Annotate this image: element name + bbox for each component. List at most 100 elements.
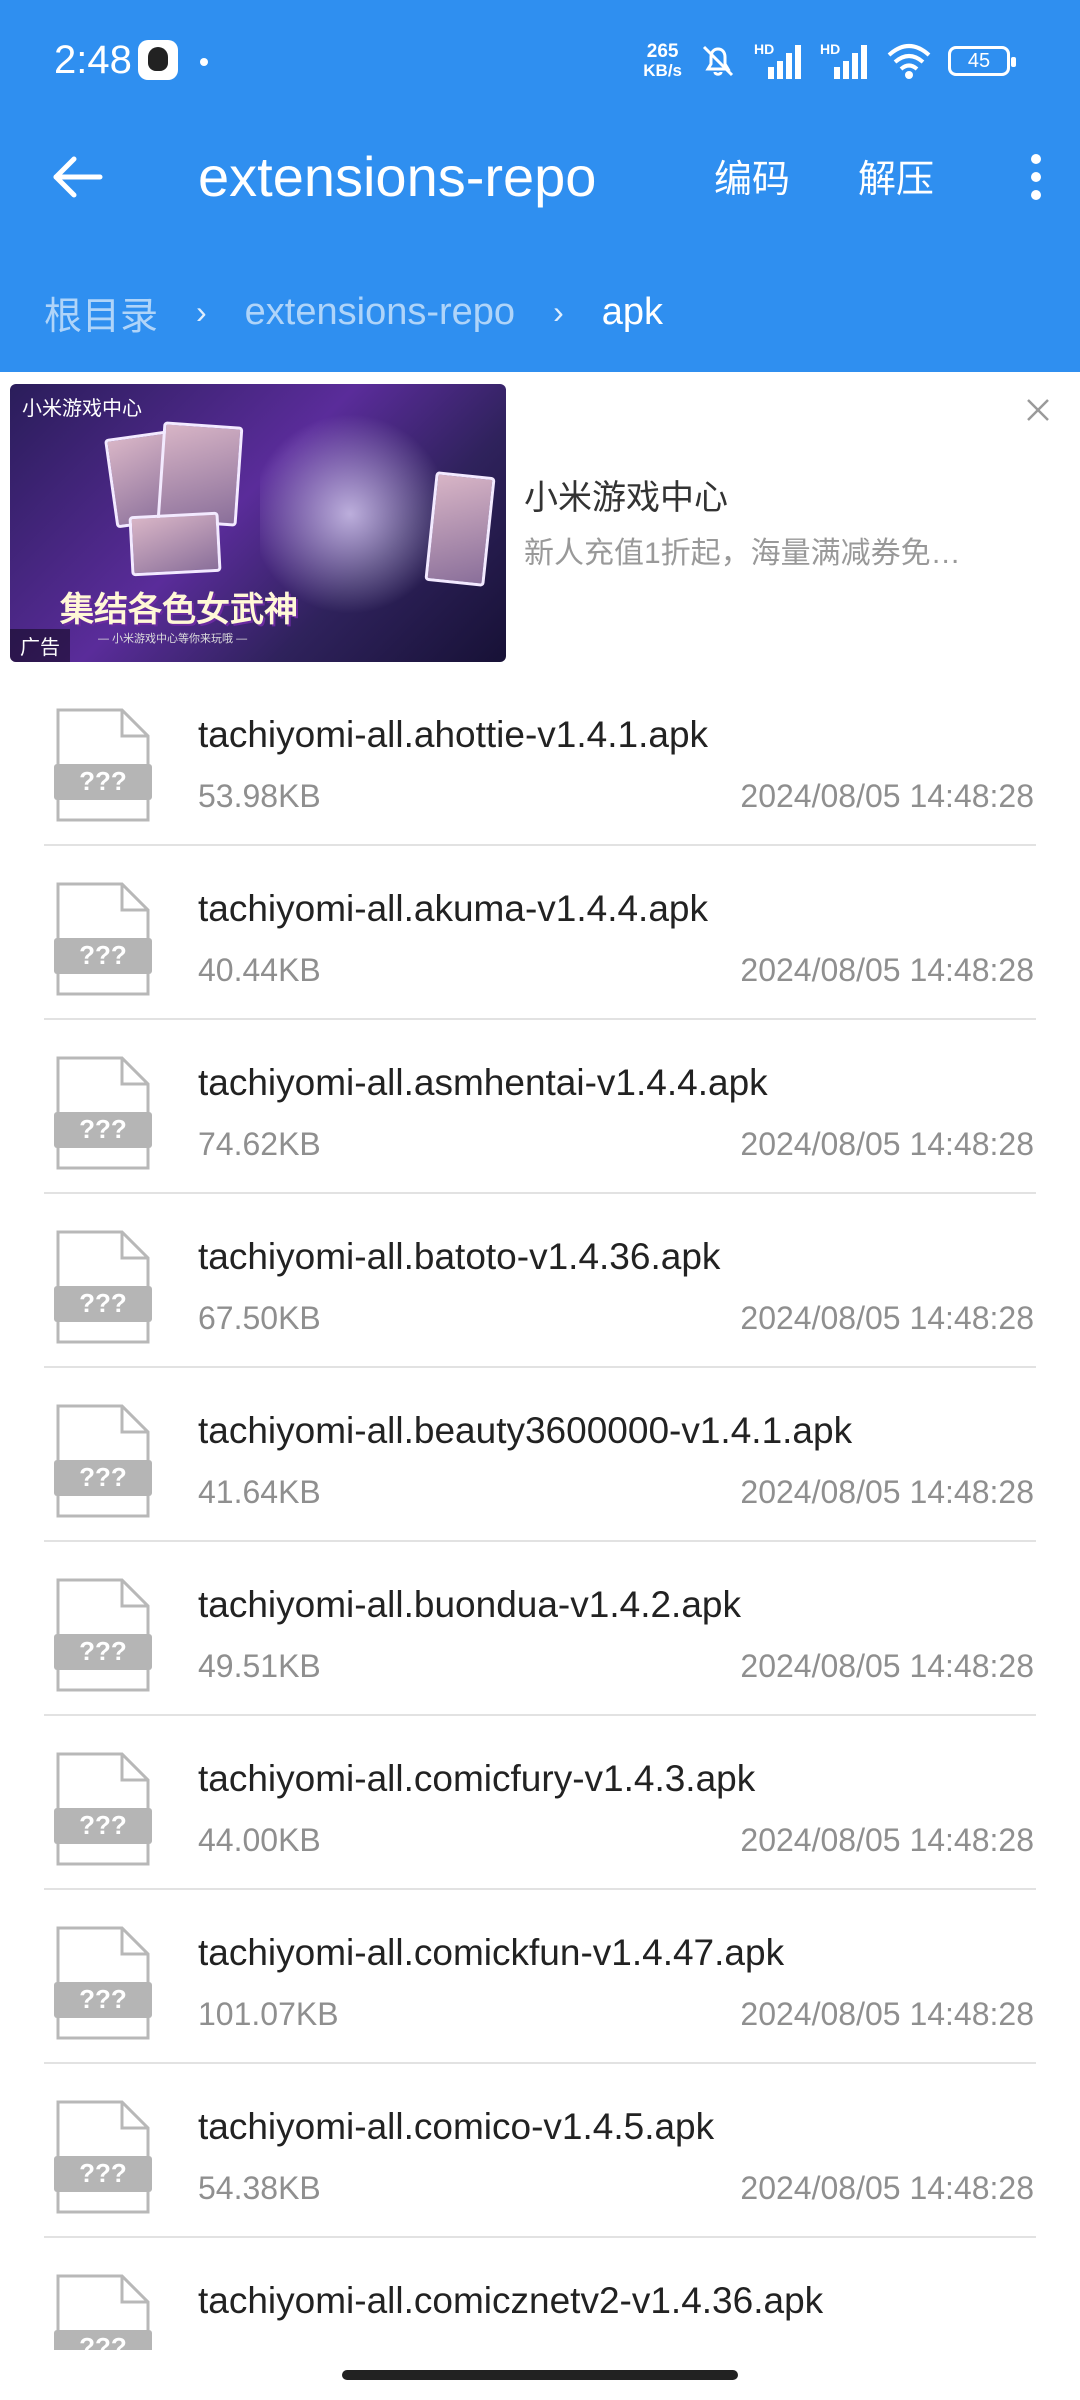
qq-notification-icon xyxy=(138,40,178,80)
file-name: tachiyomi-all.comico-v1.4.5.apk xyxy=(198,2106,715,2147)
file-name: tachiyomi-all.beauty3600000-v1.4.1.apk xyxy=(198,1410,853,1451)
unknown-file-icon: ??? xyxy=(54,708,152,822)
file-date: 2024/08/05 14:48:28 xyxy=(740,1300,1034,1336)
network-speed-value: 265 xyxy=(646,41,679,62)
file-icon-label: ??? xyxy=(79,1288,127,1318)
app-bar: 2:48 265 KB/s HD HD 45 extensions-repo 编… xyxy=(0,0,1080,372)
chevron-right-icon: › xyxy=(196,293,207,330)
file-icon-label: ??? xyxy=(79,1462,127,1492)
network-speed: 265 KB/s xyxy=(643,42,682,80)
ad-title: 小米游戏中心 xyxy=(524,479,728,517)
unknown-file-icon: ??? xyxy=(54,1056,152,1170)
file-list-item[interactable]: ??? tachiyomi-all.comico-v1.4.5.apk 54.3… xyxy=(0,2064,1080,2238)
file-size: 53.98KB xyxy=(198,778,321,814)
file-list-item[interactable]: ??? tachiyomi-all.comicfury-v1.4.3.apk 4… xyxy=(0,1716,1080,1890)
ad-banner-section[interactable]: 小米游戏中心 集结各色女武神 — 小米游戏中心等你来玩哦 — 广告 小米游戏中心… xyxy=(0,372,1080,672)
file-date: 2024/08/05 14:48:28 xyxy=(740,1996,1034,2032)
file-list-item[interactable]: ??? tachiyomi-all.comickfun-v1.4.47.apk … xyxy=(0,1890,1080,2064)
file-size: 67.50KB xyxy=(198,1300,321,1336)
file-name: tachiyomi-all.buondua-v1.4.2.apk xyxy=(198,1584,741,1625)
file-date: 2024/08/05 14:48:28 xyxy=(740,2170,1034,2206)
file-date: 2024/08/05 14:48:28 xyxy=(740,952,1034,988)
status-time: 2:48 xyxy=(54,38,132,82)
network-speed-unit: KB/s xyxy=(643,61,682,80)
file-date: 2024/08/05 14:48:28 xyxy=(740,778,1034,814)
ad-subslogan: — 小米游戏中心等你来玩哦 — xyxy=(98,633,248,645)
cellular-signal-2-icon: HD xyxy=(820,41,870,81)
page-title: extensions-repo xyxy=(198,145,597,208)
file-icon-label: ??? xyxy=(79,940,127,970)
close-icon xyxy=(1027,399,1049,421)
file-date: 2024/08/05 14:48:28 xyxy=(740,1474,1034,1510)
status-icons: 265 KB/s HD HD 45 xyxy=(643,40,1016,82)
file-date: 2024/08/05 14:48:28 xyxy=(740,1822,1034,1858)
back-button[interactable] xyxy=(40,144,116,210)
unknown-file-icon: ??? xyxy=(54,1926,152,2040)
file-size: 49.51KB xyxy=(198,1648,321,1684)
encoding-button[interactable]: 编码 xyxy=(714,148,790,203)
ad-description: 新人充值1折起，海量满减券免… xyxy=(524,537,961,570)
file-name: tachiyomi-all.akuma-v1.4.4.apk xyxy=(198,888,708,929)
unknown-file-icon: ??? xyxy=(54,1230,152,1344)
status-bar: 2:48 265 KB/s HD HD 45 xyxy=(0,0,1080,124)
file-icon-label: ??? xyxy=(79,2332,127,2350)
breadcrumb: 根目录 › extensions-repo › apk xyxy=(0,280,1080,344)
unknown-file-icon: ??? xyxy=(54,1578,152,1692)
unknown-file-icon: ??? xyxy=(54,1404,152,1518)
file-list-item[interactable]: ??? tachiyomi-all.akuma-v1.4.4.apk 40.44… xyxy=(0,846,1080,1020)
breadcrumb-root[interactable]: 根目录 xyxy=(44,285,158,340)
unknown-file-icon: ??? xyxy=(54,1752,152,1866)
file-name: tachiyomi-all.comicznetv2-v1.4.36.apk xyxy=(198,2280,824,2321)
file-size: 101.07KB xyxy=(198,1996,339,2032)
ad-slogan: 集结各色女武神 xyxy=(60,591,298,629)
signal-2-hd-label: HD xyxy=(820,41,841,57)
file-icon-label: ??? xyxy=(79,1984,127,2014)
file-icon-label: ??? xyxy=(79,2158,127,2188)
file-name: tachiyomi-all.batoto-v1.4.36.apk xyxy=(198,1236,721,1277)
file-list-item[interactable]: ??? tachiyomi-all.beauty3600000-v1.4.1.a… xyxy=(0,1368,1080,1542)
file-name: tachiyomi-all.comickfun-v1.4.47.apk xyxy=(198,1932,785,1973)
file-icon-label: ??? xyxy=(79,766,127,796)
file-list-item[interactable]: ??? tachiyomi-all.ahottie-v1.4.1.apk 53.… xyxy=(0,672,1080,846)
chevron-right-icon: › xyxy=(553,293,564,330)
signal-hd-label: HD xyxy=(754,41,775,57)
ad-image[interactable]: 小米游戏中心 集结各色女武神 — 小米游戏中心等你来玩哦 — 广告 xyxy=(10,384,506,662)
file-icon-label: ??? xyxy=(79,1636,127,1666)
ad-tag: 广告 xyxy=(10,629,70,662)
ad-brand-label: 小米游戏中心 xyxy=(22,398,142,420)
file-size: 44.00KB xyxy=(198,1822,321,1858)
file-name: tachiyomi-all.asmhentai-v1.4.4.apk xyxy=(198,1062,768,1103)
file-list-item[interactable]: ??? tachiyomi-all.buondua-v1.4.2.apk 49.… xyxy=(0,1542,1080,1716)
file-list-item[interactable]: ??? tachiyomi-all.asmhentai-v1.4.4.apk 7… xyxy=(0,1020,1080,1194)
battery-level: 45 xyxy=(967,50,991,72)
toolbar: extensions-repo 编码 解压 xyxy=(0,124,1080,230)
file-size: 74.62KB xyxy=(198,1126,321,1162)
file-size: 54.38KB xyxy=(198,2170,321,2206)
file-list: ??? tachiyomi-all.ahottie-v1.4.1.apk 53.… xyxy=(0,672,1080,2350)
more-options-button[interactable] xyxy=(1006,144,1066,210)
file-name: tachiyomi-all.ahottie-v1.4.1.apk xyxy=(198,714,709,755)
file-date: 2024/08/05 14:48:28 xyxy=(740,1648,1034,1684)
unknown-file-icon: ??? xyxy=(54,2274,152,2350)
battery-icon: 45 xyxy=(948,46,1016,76)
unknown-file-icon: ??? xyxy=(54,882,152,996)
more-notifications-dot-icon xyxy=(200,58,208,66)
file-list-item[interactable]: ??? tachiyomi-all.batoto-v1.4.36.apk 67.… xyxy=(0,1194,1080,1368)
unknown-file-icon: ??? xyxy=(54,2100,152,2214)
file-name: tachiyomi-all.comicfury-v1.4.3.apk xyxy=(198,1758,756,1799)
file-size: 41.64KB xyxy=(198,1474,321,1510)
file-date: 2024/08/05 14:48:28 xyxy=(740,1126,1034,1162)
file-icon-label: ??? xyxy=(79,1114,127,1144)
file-icon-label: ??? xyxy=(79,1810,127,1840)
arrow-left-icon xyxy=(53,156,103,198)
cellular-signal-icon: HD xyxy=(754,41,804,81)
gesture-navigation-handle[interactable] xyxy=(342,2370,738,2380)
extract-button[interactable]: 解压 xyxy=(858,148,934,203)
wifi-icon xyxy=(887,44,931,79)
ad-close-button[interactable] xyxy=(1022,394,1054,426)
bell-muted-icon xyxy=(702,45,734,77)
breadcrumb-extensions-repo[interactable]: extensions-repo xyxy=(245,291,515,334)
file-size: 40.44KB xyxy=(198,952,321,988)
breadcrumb-apk[interactable]: apk xyxy=(602,291,663,334)
file-list-item[interactable]: ??? tachiyomi-all.comicznetv2-v1.4.36.ap… xyxy=(0,2238,1080,2350)
